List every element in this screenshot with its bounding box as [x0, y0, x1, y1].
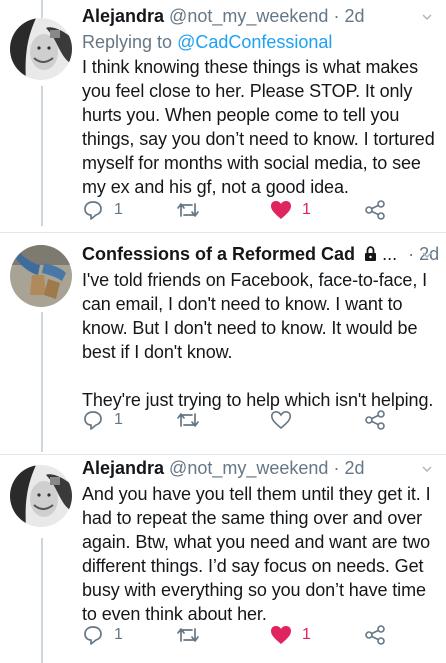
- heart-filled-icon: [271, 626, 291, 644]
- retweet-icon: [177, 628, 199, 642]
- like-count: 1: [302, 201, 311, 218]
- like-button[interactable]: [270, 408, 302, 432]
- separator-dot: ·: [333, 6, 340, 26]
- separator-dot: ·: [408, 244, 415, 264]
- share-icon: [365, 410, 385, 430]
- avatar[interactable]: [10, 245, 72, 307]
- tweet-actions: 1 1: [82, 623, 412, 647]
- replying-to: Replying to @CadConfessional: [82, 30, 438, 55]
- tweet-text: I've told friends on Facebook, face-to-f…: [82, 270, 434, 410]
- like-count: 1: [302, 626, 311, 643]
- tweet-actions: 1: [82, 408, 412, 432]
- author-name[interactable]: Confessions of a Reformed Cad: [82, 244, 355, 264]
- chevron-down-icon[interactable]: [422, 464, 432, 474]
- chevron-down-icon[interactable]: [422, 12, 432, 22]
- share-icon: [365, 200, 385, 220]
- retweet-button[interactable]: [176, 198, 210, 222]
- reply-button[interactable]: 1: [82, 623, 123, 647]
- share-button[interactable]: [364, 198, 386, 222]
- share-icon: [365, 625, 385, 645]
- reply-button[interactable]: 1: [82, 198, 123, 222]
- retweet-icon: [177, 413, 199, 427]
- avatar[interactable]: [10, 18, 72, 80]
- author-handle[interactable]: @not_my_weekend: [169, 6, 328, 26]
- reply-icon: [84, 411, 102, 430]
- retweet-button[interactable]: [176, 623, 210, 647]
- like-button[interactable]: 1: [270, 198, 311, 222]
- like-button[interactable]: 1: [270, 623, 311, 647]
- replying-to-label: Replying to: [82, 32, 173, 52]
- tweet-actions: 1 1: [82, 198, 412, 222]
- reply-icon: [84, 626, 102, 645]
- timestamp[interactable]: 2d: [344, 458, 364, 478]
- reply-count: 1: [114, 626, 123, 643]
- reply-count: 1: [114, 411, 123, 428]
- lock-icon: [365, 246, 377, 261]
- tweet[interactable]: Alejandra @not_my_weekend · 2d And you h…: [0, 455, 446, 663]
- tweet-header: Confessions of a Reformed Cad ... · 2d: [82, 241, 439, 268]
- timestamp[interactable]: 2d: [344, 6, 364, 26]
- avatar[interactable]: [10, 465, 72, 527]
- tweet-text: I think knowing these things is what mak…: [82, 57, 435, 197]
- mention-link[interactable]: @CadConfessional: [177, 32, 332, 52]
- heart-filled-icon: [271, 201, 291, 219]
- tweet[interactable]: Confessions of a Reformed Cad ... · 2d I…: [0, 233, 446, 453]
- separator-dot: ·: [333, 458, 340, 478]
- heart-outline-icon: [270, 410, 292, 430]
- name-ellipsis: ...: [382, 244, 398, 264]
- chevron-down-icon[interactable]: [422, 250, 432, 260]
- author-name[interactable]: Alejandra: [82, 458, 164, 478]
- tweet-header: Alejandra @not_my_weekend · 2d: [82, 455, 438, 482]
- reply-count: 1: [114, 201, 123, 218]
- share-button[interactable]: [364, 408, 386, 432]
- tweet[interactable]: Alejandra @not_my_weekend · 2d Replying …: [0, 0, 446, 230]
- share-button[interactable]: [364, 623, 386, 647]
- retweet-button[interactable]: [176, 408, 210, 432]
- author-handle[interactable]: @not_my_weekend: [169, 458, 328, 478]
- retweet-icon: [177, 203, 199, 217]
- reply-button[interactable]: 1: [82, 408, 123, 432]
- author-name[interactable]: Alejandra: [82, 6, 164, 26]
- tweet-text: And you have you tell them until they ge…: [82, 484, 431, 624]
- tweet-header: Alejandra @not_my_weekend · 2d: [82, 3, 438, 30]
- reply-icon: [84, 201, 102, 220]
